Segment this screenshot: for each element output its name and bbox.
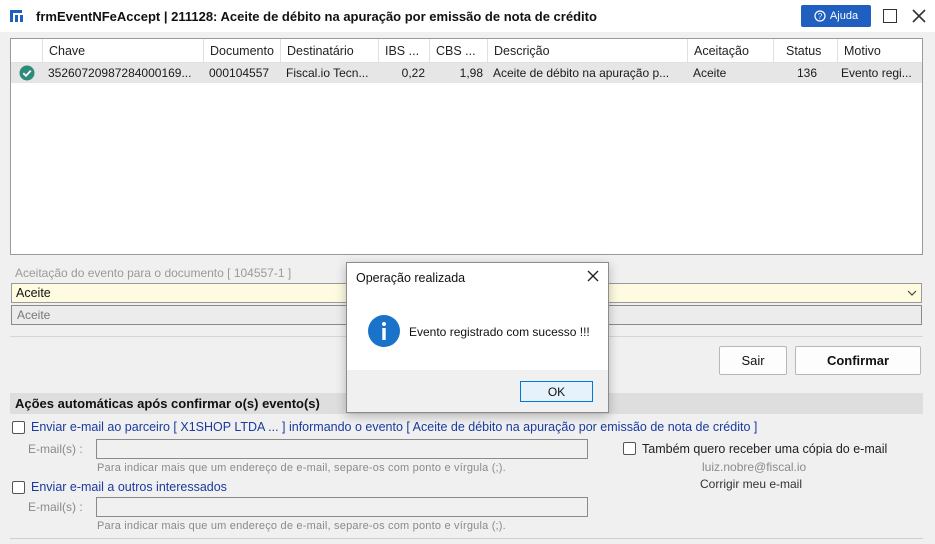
cell-cbs: 1,98 bbox=[459, 66, 483, 80]
help-button[interactable]: ? Ajuda bbox=[801, 5, 871, 27]
email-partner-label[interactable]: Enviar e-mail ao parceiro [ X1SHOP LTDA … bbox=[31, 420, 757, 434]
column-header-destinatario[interactable]: Destinatário bbox=[281, 39, 379, 63]
acceptance-select-value: Aceite bbox=[16, 286, 51, 300]
email-hint: Para indicar mais que um endereço de e-m… bbox=[97, 462, 506, 474]
cell-motivo: Evento regi... bbox=[841, 66, 912, 80]
acceptance-label: Aceitação do evento para o documento [ 1… bbox=[15, 266, 292, 280]
grid-header-status bbox=[11, 39, 43, 63]
emails-label-others: E-mail(s) : bbox=[28, 500, 83, 514]
chevron-down-icon[interactable] bbox=[907, 288, 917, 298]
svg-text:?: ? bbox=[818, 12, 823, 21]
column-header-descricao[interactable]: Descrição bbox=[488, 39, 688, 63]
ok-button[interactable]: OK bbox=[520, 381, 593, 402]
emails-label: E-mail(s) : bbox=[28, 442, 83, 456]
app-logo-icon bbox=[10, 10, 23, 22]
column-header-aceitacao[interactable]: Aceitação bbox=[688, 39, 774, 63]
cell-ibs: 0,22 bbox=[401, 66, 425, 80]
cell-aceitacao: Aceite bbox=[693, 66, 727, 80]
cell-status: 136 bbox=[796, 66, 817, 80]
cell-descricao: Aceite de débito na apuração p... bbox=[493, 66, 670, 80]
column-header-motivo[interactable]: Motivo bbox=[838, 39, 922, 63]
cell-documento: 000104557 bbox=[209, 66, 270, 80]
email-partner-checkbox[interactable] bbox=[12, 421, 25, 434]
dialog-message: Evento registrado com sucesso !!! bbox=[409, 325, 590, 339]
auto-actions-title: Ações automáticas após confirmar o(s) ev… bbox=[15, 396, 320, 411]
grid-header: Chave Documento Destinatário IBS ... CBS… bbox=[11, 39, 922, 63]
column-header-documento[interactable]: Documento bbox=[204, 39, 281, 63]
success-dialog[interactable]: Operação realizada Evento registrado com… bbox=[346, 262, 609, 413]
acceptance-description-value: Aceite bbox=[17, 308, 51, 322]
table-row[interactable]: 35260720987284000169... 000104557 Fiscal… bbox=[11, 63, 922, 83]
email-hint-others: Para indicar mais que um endereço de e-m… bbox=[97, 520, 506, 532]
help-icon: ? bbox=[814, 10, 826, 22]
email-field-others[interactable] bbox=[96, 497, 588, 517]
dialog-title: Operação realizada bbox=[356, 271, 466, 285]
dialog-footer: OK bbox=[347, 370, 608, 412]
cell-chave: 35260720987284000169... bbox=[48, 66, 192, 80]
window-title: frmEventNFeAccept | 211128: Aceite de dé… bbox=[36, 9, 597, 24]
column-header-chave[interactable]: Chave bbox=[43, 39, 204, 63]
column-header-ibs[interactable]: IBS ... bbox=[379, 39, 430, 63]
confirm-button[interactable]: Confirmar bbox=[795, 346, 921, 375]
events-grid[interactable]: Chave Documento Destinatário IBS ... CBS… bbox=[10, 38, 923, 255]
close-window-button[interactable] bbox=[910, 7, 928, 25]
email-others-label[interactable]: Enviar e-mail a outros interessados bbox=[31, 480, 227, 494]
column-header-status[interactable]: Status bbox=[774, 39, 838, 63]
maximize-button[interactable] bbox=[883, 9, 897, 23]
info-icon bbox=[368, 315, 400, 347]
email-field-partner[interactable] bbox=[96, 439, 588, 459]
exit-button[interactable]: Sair bbox=[719, 346, 787, 375]
fix-email-link[interactable]: Corrigir meu e-mail bbox=[700, 477, 802, 491]
email-others-checkbox[interactable] bbox=[12, 481, 25, 494]
column-header-cbs[interactable]: CBS ... bbox=[430, 39, 488, 63]
copy-email-checkbox[interactable] bbox=[623, 442, 636, 455]
close-icon[interactable] bbox=[587, 270, 599, 282]
user-email: luiz.nobre@fiscal.io bbox=[702, 460, 807, 474]
title-bar: frmEventNFeAccept | 211128: Aceite de dé… bbox=[0, 0, 935, 32]
cell-destinatario: Fiscal.io Tecn... bbox=[286, 66, 369, 80]
divider bbox=[10, 538, 923, 539]
help-button-label: Ajuda bbox=[829, 10, 859, 22]
copy-email-label[interactable]: Também quero receber uma cópia do e-mail bbox=[642, 442, 887, 456]
check-circle-icon bbox=[19, 65, 35, 81]
